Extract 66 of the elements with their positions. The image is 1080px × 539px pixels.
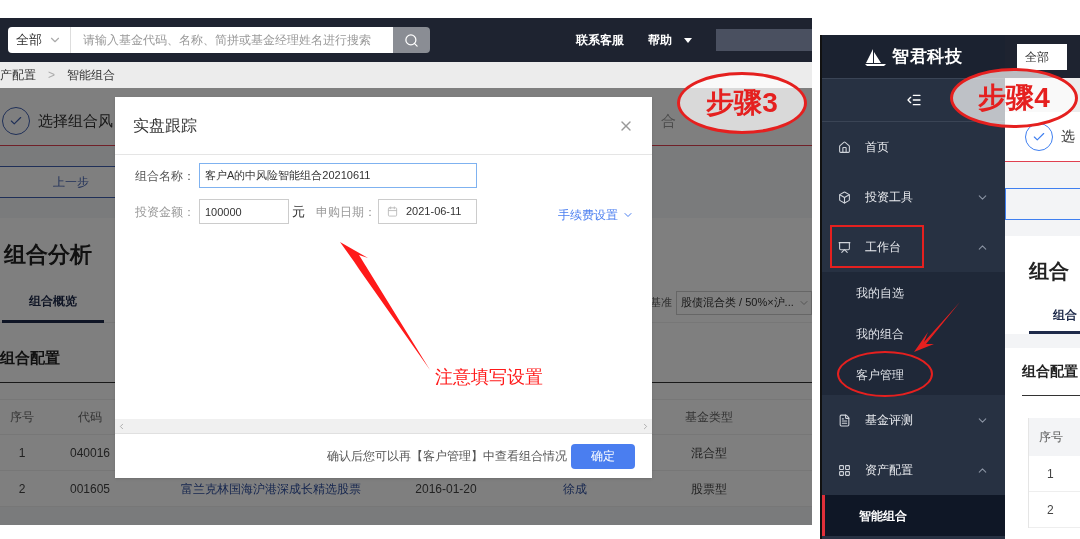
dialog-title: 实盘跟踪: [133, 115, 197, 136]
menu-icon: [838, 413, 851, 427]
submenu-item[interactable]: 我的组合: [822, 313, 1005, 354]
unit-label: 元: [292, 202, 305, 221]
tab[interactable]: 组合概览: [2, 282, 104, 323]
help-menu[interactable]: 帮助: [648, 31, 692, 49]
scroll-left-icon[interactable]: [117, 421, 126, 431]
date-field[interactable]: 2021-06-11: [378, 199, 477, 224]
submenu-item[interactable]: 智能组合: [822, 495, 1005, 536]
text-field[interactable]: 客户A的中风险智能组合20210611: [199, 163, 477, 188]
benchmark-label: 基准: [650, 295, 672, 311]
horizontal-scrollbar[interactable]: [115, 419, 652, 434]
menu-item[interactable]: 资产配置: [822, 445, 1005, 495]
section-heading: 组合: [1029, 259, 1070, 284]
menu-item[interactable]: 基金评测: [822, 395, 1005, 445]
column-header: 基金类型: [684, 409, 734, 426]
table-cell-text: 040016: [68, 444, 111, 462]
table-cell-text: 2: [1047, 501, 1054, 519]
top-link[interactable]: 联系客服: [576, 31, 624, 49]
column-header: 序号: [9, 409, 35, 426]
amount-field[interactable]: 100000: [199, 199, 289, 224]
menu-icon: [838, 190, 851, 204]
table-cell-text: 混合型: [690, 444, 728, 462]
menu-item[interactable]: 工作台: [822, 222, 1005, 272]
section-title: 组合配置: [1022, 348, 1080, 396]
table-cell-text: 1: [17, 444, 27, 462]
field-label: 投资金额：: [135, 203, 196, 221]
logo-text: 智君科技: [891, 45, 964, 68]
step-label: 选择组合风: [38, 110, 113, 131]
step-label: 选: [1061, 127, 1075, 146]
table-link[interactable]: 徐成: [486, 479, 664, 498]
table-cell-text: 2016-01-20: [414, 480, 478, 498]
breadcrumb-separator: >: [48, 67, 55, 84]
table-cell-text: 股票型: [690, 480, 728, 498]
footer-note: 确认后您可以再【客户管理】中查看组合情况: [327, 448, 567, 465]
calendar-icon: [387, 206, 398, 217]
column-header: 代码: [77, 409, 103, 426]
table-cell-text: 001605: [68, 480, 111, 498]
menu-item[interactable]: 投资工具: [822, 172, 1005, 222]
benchmark-select[interactable]: 股债混合类 / 50%×沪...: [676, 290, 812, 315]
sail-logo-icon: [863, 47, 888, 66]
submenu-item[interactable]: 我的自选: [822, 272, 1005, 313]
menu-collapse-icon[interactable]: [905, 92, 922, 108]
scope-select[interactable]: 全部: [8, 27, 70, 53]
search-icon: [404, 32, 419, 48]
scroll-right-icon[interactable]: [641, 421, 650, 431]
submenu-item[interactable]: 客户管理: [822, 354, 1005, 395]
search-field[interactable]: 请输入基金代码、名称、简拼或基金经理姓名进行搜索: [70, 27, 393, 53]
breadcrumb-link[interactable]: 产配置: [0, 66, 36, 84]
confirm-button[interactable]: 确定: [571, 443, 635, 469]
table-cell-text: 1: [1047, 465, 1054, 483]
menu-icon: [838, 463, 851, 477]
scope-select[interactable]: 全部: [1017, 43, 1067, 70]
menu-icon: [838, 140, 851, 154]
table-cell-text: 2: [17, 480, 27, 498]
back-button[interactable]: [1005, 188, 1080, 220]
table-link[interactable]: 富兰克林国海沪港深成长精选股票: [136, 479, 406, 498]
annotation-note: 注意填写设置: [435, 366, 543, 389]
search-button[interactable]: [393, 27, 430, 53]
caret-icon: [684, 37, 692, 43]
field-label: 申购日期：: [316, 203, 376, 221]
fee-settings-link[interactable]: 手续费设置: [558, 205, 634, 224]
menu-icon: [838, 240, 851, 254]
breadcrumb-link[interactable]: 智能组合: [67, 66, 115, 84]
column-header: 序号: [1039, 429, 1063, 446]
section-heading: 组合分析: [2, 241, 93, 269]
